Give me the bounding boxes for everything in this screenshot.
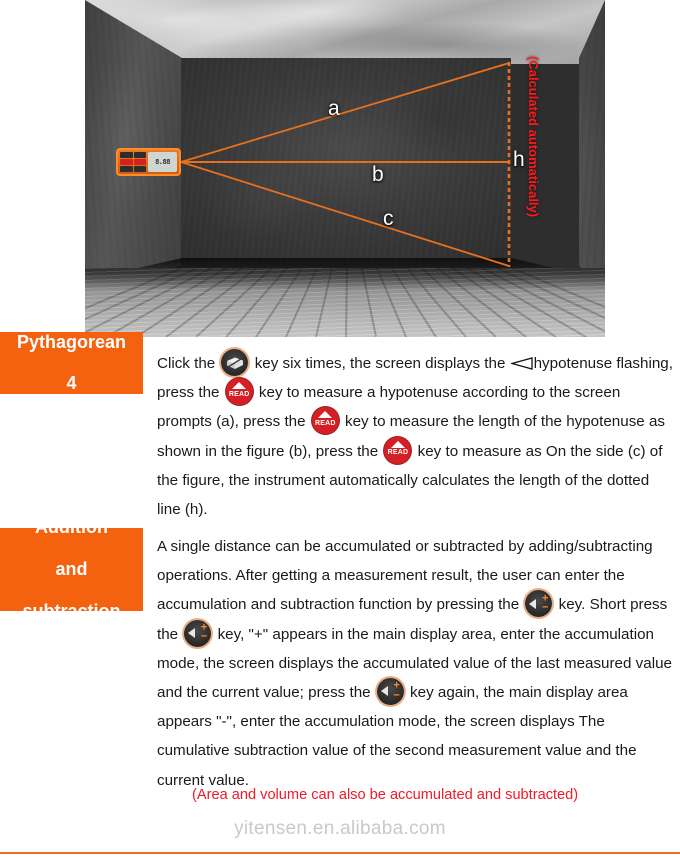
plus-minus-key-icon: + − bbox=[376, 677, 404, 705]
red-note-area-volume: (Area and volume can also be accumulated… bbox=[192, 787, 579, 803]
label-h: h bbox=[513, 148, 525, 171]
plus-minus-label: + − bbox=[200, 621, 208, 644]
section-body-addition-subtraction: A single distance can be accumulated or … bbox=[157, 538, 672, 789]
read-key-icon: READ bbox=[384, 436, 412, 464]
label-b: b bbox=[372, 163, 384, 186]
tag-line: Pythagorean bbox=[16, 331, 127, 352]
speaker-icon bbox=[188, 628, 196, 639]
tag-line: Addition bbox=[35, 517, 108, 538]
section-tag-addition-subtraction: Addition and subtraction bbox=[0, 517, 143, 621]
label-c: c bbox=[383, 207, 394, 230]
line-c bbox=[180, 161, 510, 267]
read-key-label: READ bbox=[228, 390, 250, 398]
room-scene: 8.88 a b c h (Calculated automatically) bbox=[85, 0, 605, 337]
section-tag-pythagorean: Pythagorean 4 bbox=[0, 332, 143, 394]
label-a: a bbox=[328, 97, 340, 120]
read-key-label: READ bbox=[387, 449, 409, 457]
watermark: yitensen.en.alibaba.com bbox=[234, 818, 446, 839]
cube-glyph bbox=[227, 357, 244, 369]
plus-minus-key-icon: + − bbox=[184, 619, 212, 647]
plus-minus-label: + − bbox=[541, 592, 549, 614]
room-illustration: 8.88 a b c h (Calculated automatically) bbox=[85, 0, 605, 337]
read-key-icon: READ bbox=[311, 407, 339, 435]
read-key-label: READ bbox=[314, 419, 336, 427]
volume-cube-key-icon bbox=[221, 349, 249, 376]
read-key-icon: READ bbox=[225, 378, 253, 406]
triangle-outline bbox=[509, 357, 533, 370]
tag-line: subtraction bbox=[22, 600, 121, 621]
speaker-icon bbox=[380, 686, 388, 697]
plus-minus-key-icon: + − bbox=[525, 590, 553, 618]
tag-line: and bbox=[55, 559, 88, 580]
line-a bbox=[180, 62, 510, 163]
footer-rule bbox=[0, 852, 680, 854]
tag-line: 4 bbox=[66, 373, 77, 394]
section-body-pythagorean: Click the key six times, the screen disp… bbox=[157, 349, 677, 524]
hypotenuse-triangle-icon bbox=[509, 351, 533, 370]
plus-minus-label: + − bbox=[393, 680, 400, 702]
speaker-icon bbox=[529, 598, 537, 609]
calculated-automatically-note: (Calculated automatically) bbox=[526, 56, 541, 218]
